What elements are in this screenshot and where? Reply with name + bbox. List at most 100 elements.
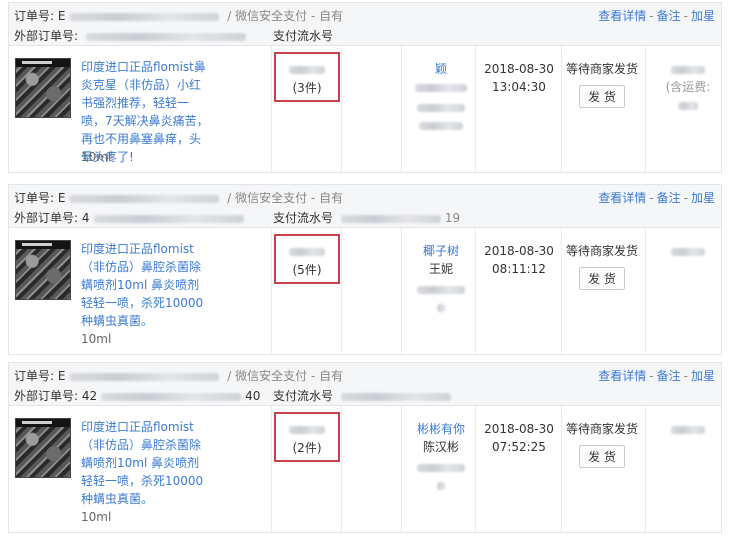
order-datetime: 2018-08-30 13:04:30 [479,60,559,96]
view-detail-link[interactable]: 查看详情 [598,9,646,23]
order-card: 订单号: E / 微信安全支付 - 自有 外部订单号: 42 40 支付流水号 查… [8,362,722,533]
star-link[interactable]: 加星 [691,191,715,205]
ship-button[interactable]: 发 货 [579,445,625,468]
order-number-label: 订单号: [14,9,55,23]
shipping-fee-note: (含运费: [665,80,711,94]
price-quantity-highlight: (3件) [274,52,340,102]
buyer-nickname[interactable]: 椰子树 [411,242,471,260]
order-number-prefix: E [57,369,66,383]
product-spec: 10ml [81,332,112,346]
payment-method: / 微信安全支付 - 自有 [227,191,344,205]
payment-flow-label: 支付流水号 [273,29,334,43]
separator: - [649,191,654,205]
external-order-visible: 42 [81,389,98,403]
order-actions: 查看详情 - 备注 - 加星 [598,189,715,206]
redacted-fee [678,101,698,110]
order-header: 订单号: E / 微信安全支付 - 自有 外部订单号: 支付流水号 查看详情 - 备… [8,2,722,46]
product-name-link[interactable]: 印度进口正品flomist（非仿品）鼻腔杀菌除螨喷剂10ml 鼻炎喷剂 轻轻一喷… [81,240,209,330]
star-link[interactable]: 加星 [691,369,715,383]
quantity: (2件) [292,441,322,455]
order-time: 08:11:12 [492,262,546,276]
buyer-info: 椰子树 王妮 [411,242,471,316]
payment-flow-label: 支付流水号 [273,211,334,225]
external-order-label: 外部订单号: [14,389,79,403]
redacted-flow-number [340,392,451,401]
ship-button[interactable]: 发 货 [579,85,625,108]
remark-link[interactable]: 备注 [657,9,681,23]
product-name-link[interactable]: 印度进口正品flomist（非仿品）鼻腔杀菌除螨喷剂10ml 鼻炎喷剂 轻轻一喷… [81,418,209,508]
redacted-phone [417,285,465,294]
order-number-row: 订单号: E / 微信安全支付 - 自有 [14,189,343,206]
buyer-nickname[interactable]: 彬彬有你 [411,420,471,438]
price-quantity-highlight: (2件) [274,412,340,462]
order-actions: 查看详情 - 备注 - 加星 [598,7,715,24]
order-body: 印度进口正品flomist（非仿品）鼻腔杀菌除螨喷剂10ml 鼻炎喷剂 轻轻一喷… [8,228,722,355]
product-thumbnail[interactable] [15,58,71,118]
buyer-info: 彬彬有你 陈汉彬 [411,420,471,494]
payment-flow-label: 支付流水号 [273,389,334,403]
status-text: 等待商家发货 [565,244,638,258]
product-spec: 10ml [81,510,112,524]
redacted-amount [671,65,705,74]
quantity: (3件) [292,81,322,95]
price-quantity-highlight: (5件) [274,234,340,284]
status-text: 等待商家发货 [565,422,638,436]
payment-method: / 微信安全支付 - 自有 [227,369,344,383]
separator: - [683,369,688,383]
external-order-visible: 4 [81,211,90,225]
paid-amount [657,242,719,260]
redacted-amount [671,425,705,434]
product-thumbnail[interactable] [15,418,71,478]
order-number-row: 订单号: E / 微信安全支付 - 自有 [14,7,343,24]
view-detail-link[interactable]: 查看详情 [598,369,646,383]
order-number-prefix: E [57,9,66,23]
remark-link[interactable]: 备注 [657,369,681,383]
payment-flow-row: 支付流水号 [273,387,455,404]
order-body: 印度进口正品flomist（非仿品）鼻腔杀菌除螨喷剂10ml 鼻炎喷剂 轻轻一喷… [8,406,722,533]
redacted-phone [437,481,445,490]
view-detail-link[interactable]: 查看详情 [598,191,646,205]
redacted-price [289,425,325,434]
order-datetime: 2018-08-30 08:11:12 [479,242,559,278]
product-thumbnail[interactable] [15,240,71,300]
redacted-amount [671,247,705,256]
order-time: 13:04:30 [492,80,546,94]
redacted-phone [417,103,465,112]
redacted-order-number [69,12,220,21]
redacted-phone [417,463,465,472]
redacted-flow-number [340,214,441,223]
buyer-info: 颖 [411,60,471,134]
remark-link[interactable]: 备注 [657,191,681,205]
external-order-label: 外部订单号: [14,211,79,225]
buyer-nickname[interactable]: 颖 [411,60,471,78]
redacted-price [289,247,325,256]
order-card: 订单号: E / 微信安全支付 - 自有 外部订单号: 支付流水号 查看详情 - 备… [8,2,722,173]
redacted-external-order [93,214,244,223]
redacted-external-order [85,32,246,41]
order-number-prefix: E [57,191,66,205]
order-status: 等待商家发货 发 货 [561,242,643,290]
order-date: 2018-08-30 [484,62,554,76]
order-card: 订单号: E / 微信安全支付 - 自有 外部订单号: 4 支付流水号 19 查… [8,184,722,355]
order-actions: 查看详情 - 备注 - 加星 [598,367,715,384]
separator: - [683,9,688,23]
buyer-name: 王妮 [428,262,453,276]
order-body: 印度进口正品flomist鼻炎克星（非仿品）小红书强烈推荐，轻轻一喷，7天解决鼻… [8,46,722,173]
buyer-name: 陈汉彬 [422,440,459,454]
payment-method: / 微信安全支付 - 自有 [227,9,344,23]
paid-amount [657,420,719,438]
star-link[interactable]: 加星 [691,9,715,23]
redacted-order-number [69,194,220,203]
order-status: 等待商家发货 发 货 [561,60,643,108]
redacted-external-order [101,392,242,401]
order-date: 2018-08-30 [484,422,554,436]
external-order-row: 外部订单号: 4 [14,209,248,226]
redacted-phone [437,303,445,312]
redacted-phone [419,121,463,130]
payment-flow-row: 支付流水号 19 [273,209,460,226]
ship-button[interactable]: 发 货 [579,267,625,290]
order-header: 订单号: E / 微信安全支付 - 自有 外部订单号: 42 40 支付流水号 查… [8,362,722,406]
order-status: 等待商家发货 发 货 [561,420,643,468]
redacted-price [289,65,325,74]
paid-amount: (含运费: [657,60,719,114]
